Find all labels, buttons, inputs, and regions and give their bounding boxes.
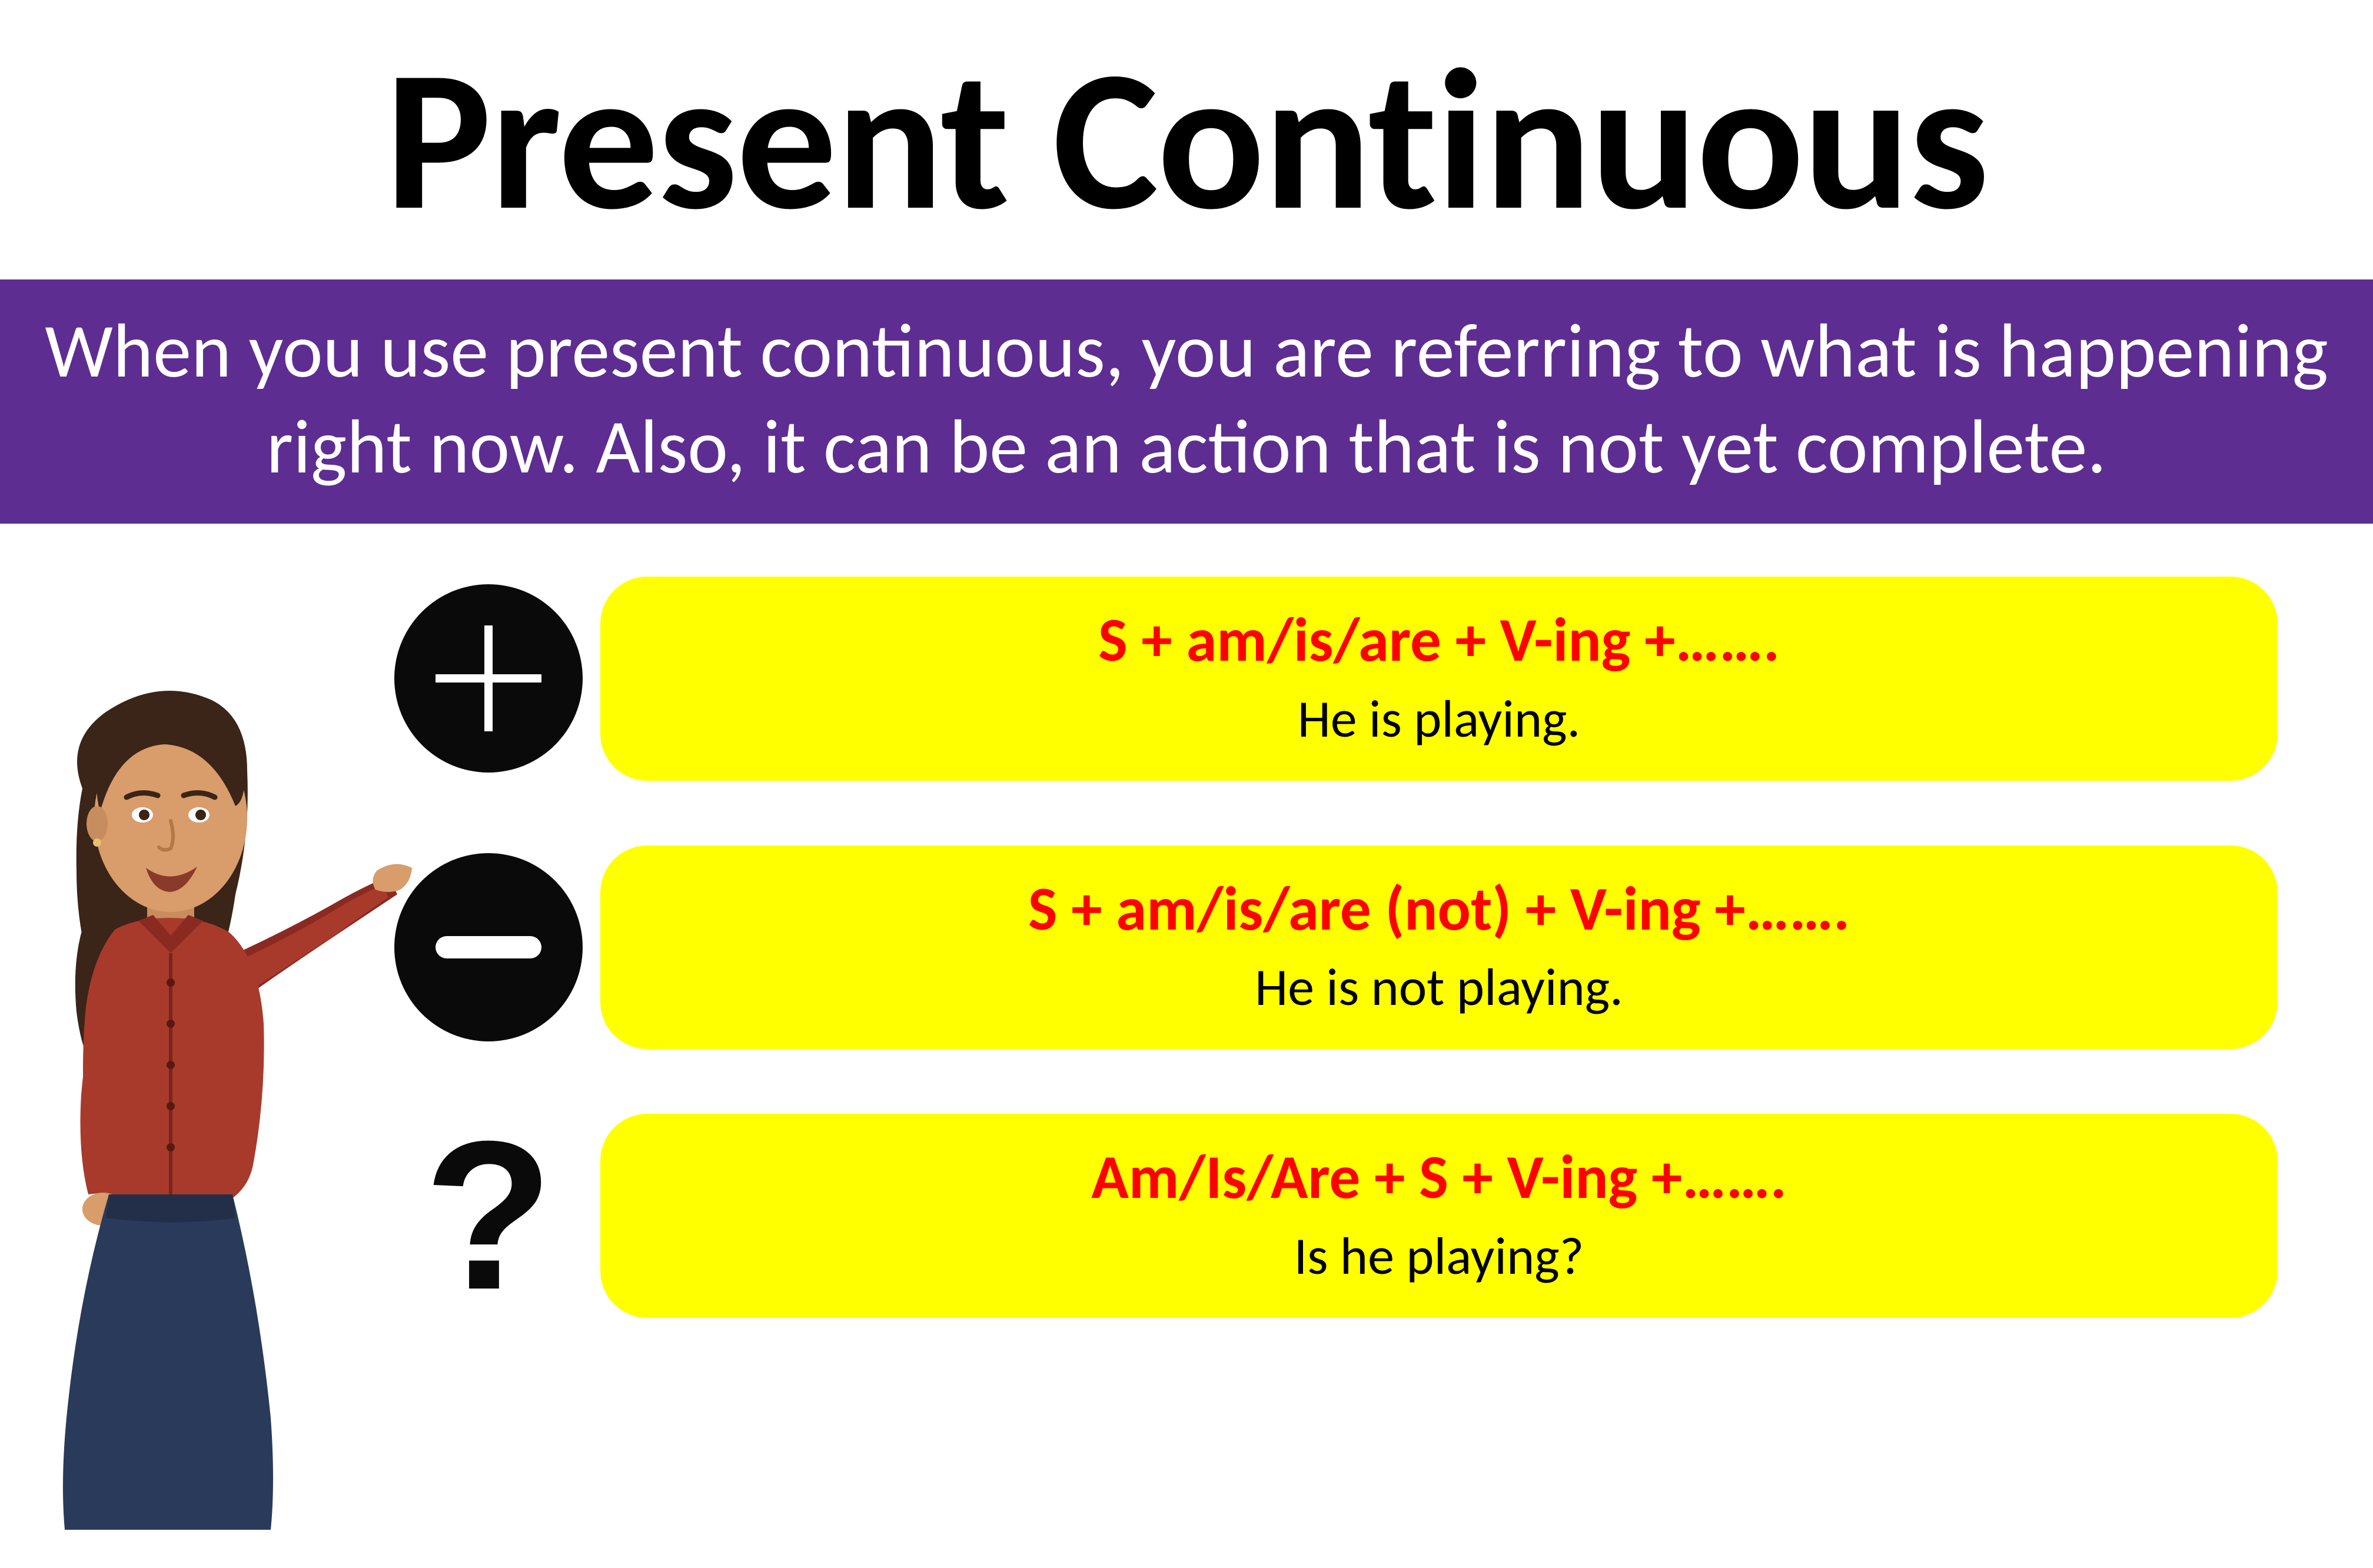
affirmative-row: S + am/is/are + V-ing +……. He is playing… <box>377 577 2373 781</box>
question-example: Is he playing? <box>636 1224 2242 1289</box>
question-icon: ? <box>424 1131 553 1300</box>
negative-example: He is not playing. <box>636 955 2242 1020</box>
minus-icon <box>394 853 583 1041</box>
page-title: Present Continuous <box>0 0 2373 262</box>
plus-icon <box>394 584 583 773</box>
question-box: Am/Is/Are + S + V-ing +……. Is he playing… <box>600 1114 2278 1318</box>
woman-illustration <box>12 683 412 1568</box>
content-area: S + am/is/are + V-ing +……. He is playing… <box>0 577 2373 1318</box>
question-formula: Am/Is/Are + S + V-ing +……. <box>636 1137 2242 1218</box>
negative-row: S + am/is/are (not) + V-ing +……. He is n… <box>377 845 2373 1050</box>
subtitle-description: When you use present continuous, you are… <box>0 279 2373 524</box>
affirmative-box: S + am/is/are + V-ing +……. He is playing… <box>600 577 2278 781</box>
affirmative-example: He is playing. <box>636 687 2242 751</box>
affirmative-formula: S + am/is/are + V-ing +……. <box>636 600 2242 681</box>
negative-formula: S + am/is/are (not) + V-ing +……. <box>636 869 2242 950</box>
negative-box: S + am/is/are (not) + V-ing +……. He is n… <box>600 845 2278 1050</box>
question-row: ? Am/Is/Are + S + V-ing +……. Is he playi… <box>377 1114 2373 1318</box>
